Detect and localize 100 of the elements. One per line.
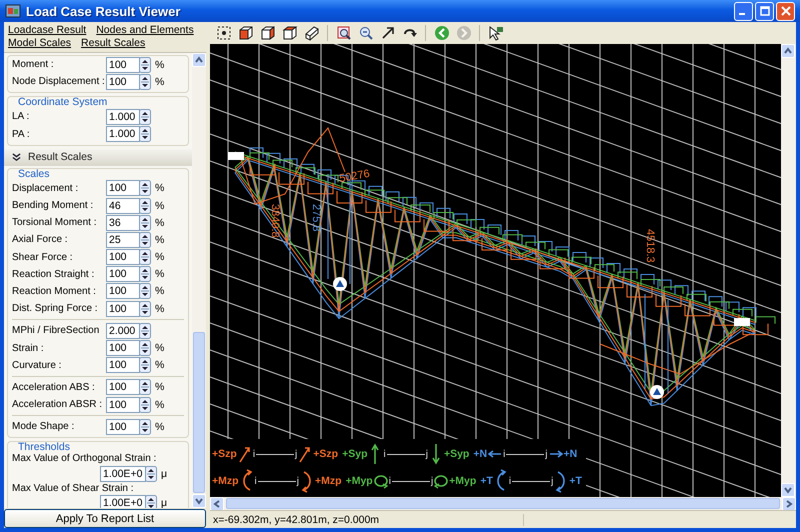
menu-link[interactable]: Nodes and Elements [96,24,194,37]
spin-button-icon[interactable] [145,466,157,482]
field-label: Max Value of Shear Strain : [12,482,135,495]
scroll-right-icon[interactable] [782,497,796,511]
cube-icon[interactable] [280,24,299,42]
number-field[interactable]: 100 [106,357,140,374]
number-field[interactable]: 100 [106,266,140,282]
menu-link[interactable]: Model Scales [8,37,72,50]
sign-label: +Szp [313,448,338,460]
scroll-up-icon[interactable] [781,44,795,58]
unit-label: % [155,398,164,411]
node-label: j [426,448,428,460]
unit-label: μ [161,468,168,480]
unit-label: % [155,268,164,280]
field-label: Acceleration ABS : [12,382,96,393]
number-field[interactable]: 100 [106,180,140,196]
sign-label: +Syp [444,448,470,460]
spin-button-icon[interactable] [139,232,151,248]
field-label: Torsional Moment : [12,217,98,228]
result-value-label: 50276 [338,168,371,185]
section-header[interactable]: Result Scales [4,148,192,166]
field-label: Acceleration ABSR : [12,399,104,410]
scroll-up-icon[interactable] [192,53,206,67]
number-field[interactable]: 2.000 [106,322,140,339]
spin-button-icon[interactable] [139,357,151,374]
group-title: Scales [18,168,51,180]
minimize-button[interactable] [734,2,753,20]
apply-button[interactable]: Apply To Report List [4,509,206,528]
scroll-down-icon[interactable] [192,494,206,508]
menu-link[interactable]: Result Scales [81,37,146,50]
field-label: LA : [12,111,30,122]
unit-label: % [155,420,164,433]
vertical-scrollbar[interactable] [781,44,796,497]
spin-button-icon[interactable] [139,74,151,90]
unit-label: % [155,200,164,212]
spin-button-icon[interactable] [139,56,151,73]
close-button[interactable] [776,2,795,20]
spin-button-icon[interactable] [139,198,151,214]
number-field[interactable]: 46 [106,198,140,214]
unit-label: % [155,216,164,229]
support-icon [333,277,347,291]
unit-label: % [155,182,164,194]
spin-button-icon[interactable] [139,379,151,396]
back-icon[interactable] [432,24,451,42]
member-line [258,480,296,482]
spin-button-icon[interactable] [139,283,151,300]
number-field[interactable]: 25 [106,232,140,248]
node-label: i [252,448,256,460]
window-title: Load Case Result Viewer [26,4,182,18]
spin-button-icon[interactable] [139,249,151,266]
field-label: Axial Force : [12,234,69,246]
node-label: i [508,476,512,486]
spin-button-icon[interactable] [139,396,151,413]
sign-label: +Szp [212,448,237,460]
app-icon [5,3,21,19]
vertical-scrollbar[interactable] [192,53,206,508]
number-field[interactable]: 1.00E+0 [100,466,146,482]
menu-link[interactable]: Loadcase Result [8,24,86,37]
spin-button-icon[interactable] [139,266,151,282]
scroll-down-icon[interactable] [781,483,795,497]
unit-label: % [155,302,164,315]
number-field[interactable]: 100 [106,396,140,413]
scroll-left-icon[interactable] [210,497,224,511]
sign-label: +N [564,448,578,460]
section-title: Result Scales [28,151,92,164]
field-label: Max Value of Orthogonal Strain : [12,453,158,466]
spin-button-icon[interactable] [139,418,151,435]
number-field[interactable]: 100 [106,249,140,266]
spin-button-icon[interactable] [139,126,151,142]
number-field[interactable]: 36 [106,214,140,231]
node-label: i [254,476,257,486]
unit-label: % [155,342,164,354]
member-line [392,480,430,482]
group-title: Coordinate System [18,97,108,108]
field-label: Reaction Straight : [12,268,96,280]
spin-button-icon[interactable] [139,322,151,339]
spin-button-icon[interactable] [139,180,151,196]
spin-button-icon[interactable] [139,300,151,317]
number-field[interactable]: 1.000 [106,126,140,142]
field-label: Curvature : [12,360,62,371]
number-field[interactable]: 100 [106,56,140,73]
number-field[interactable]: 100 [106,418,140,435]
number-field[interactable]: 1.000 [106,108,140,125]
horizontal-scrollbar[interactable] [210,497,796,510]
node-label: i [503,448,506,460]
number-field[interactable]: 100 [106,340,140,356]
spin-button-icon[interactable] [139,214,151,231]
model-viewport[interactable]: 3840.8 275.8 50276 4518.3 +Szp i j +Szp +Syp i j +Syp +N i j +N +Mzp i j +Mzp +Myp i j +Myp +T i j +T [210,44,781,497]
number-field[interactable]: 100 [106,74,140,90]
number-field[interactable]: 1.00E+0 [100,495,146,508]
unit-label: % [155,234,164,246]
number-field[interactable]: 100 [106,283,140,300]
member-line [512,480,550,482]
spin-button-icon[interactable] [139,340,151,356]
spin-button-icon[interactable] [139,108,151,125]
number-field[interactable]: 100 [106,379,140,396]
sign-label: +N [473,448,488,460]
spin-button-icon[interactable] [145,495,157,508]
maximize-button[interactable] [755,2,774,20]
number-field[interactable]: 100 [106,300,140,317]
